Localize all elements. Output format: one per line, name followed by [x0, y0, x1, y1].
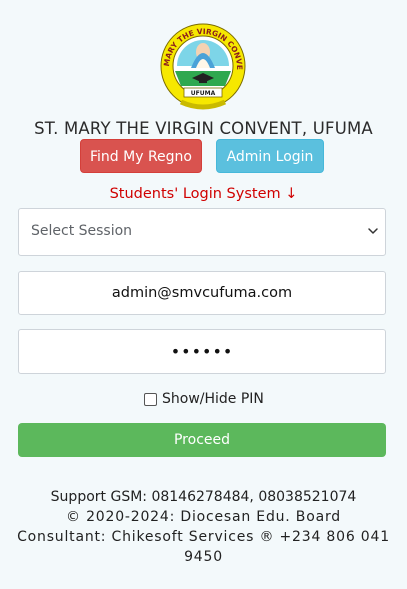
chevron-down-icon: [368, 228, 378, 234]
show-hide-pin-toggle[interactable]: Show/Hide PIN: [144, 390, 264, 408]
consultant-text-tail: 9450: [184, 549, 223, 565]
email-value: admin@smvcufuma.com: [111, 285, 293, 301]
footer: Support GSM: 08146278484, 08038521074 © …: [0, 487, 407, 567]
pin-value: ••••••: [170, 342, 234, 361]
show-hide-pin-label: Show/Hide PIN: [162, 391, 264, 407]
find-regno-button[interactable]: Find My Regno: [80, 139, 202, 173]
svg-text:UFUMA: UFUMA: [191, 90, 216, 97]
school-name: ST. MARY THE VIRGIN CONVENT, UFUMA: [34, 119, 373, 138]
admin-login-button[interactable]: Admin Login: [216, 139, 324, 173]
session-select[interactable]: Select Session: [18, 208, 386, 256]
support-text: Support GSM: 08146278484, 08038521074: [50, 489, 357, 505]
show-hide-pin-checkbox[interactable]: [144, 392, 157, 406]
email-field[interactable]: admin@smvcufuma.com: [18, 271, 386, 315]
login-system-title: Students' Login System ↓: [109, 186, 298, 202]
school-logo: UFUMA ST. MARY THE VIRGIN CONVENT: [150, 9, 253, 120]
session-select-value: Select Session: [31, 223, 133, 239]
proceed-button[interactable]: Proceed: [18, 423, 386, 457]
copyright-text: © 2020-2024: Diocesan Edu. Board: [66, 509, 341, 525]
pin-field[interactable]: ••••••: [18, 329, 386, 374]
consultant-text: Consultant: Chikesoft Services ® +234 80…: [17, 529, 390, 545]
